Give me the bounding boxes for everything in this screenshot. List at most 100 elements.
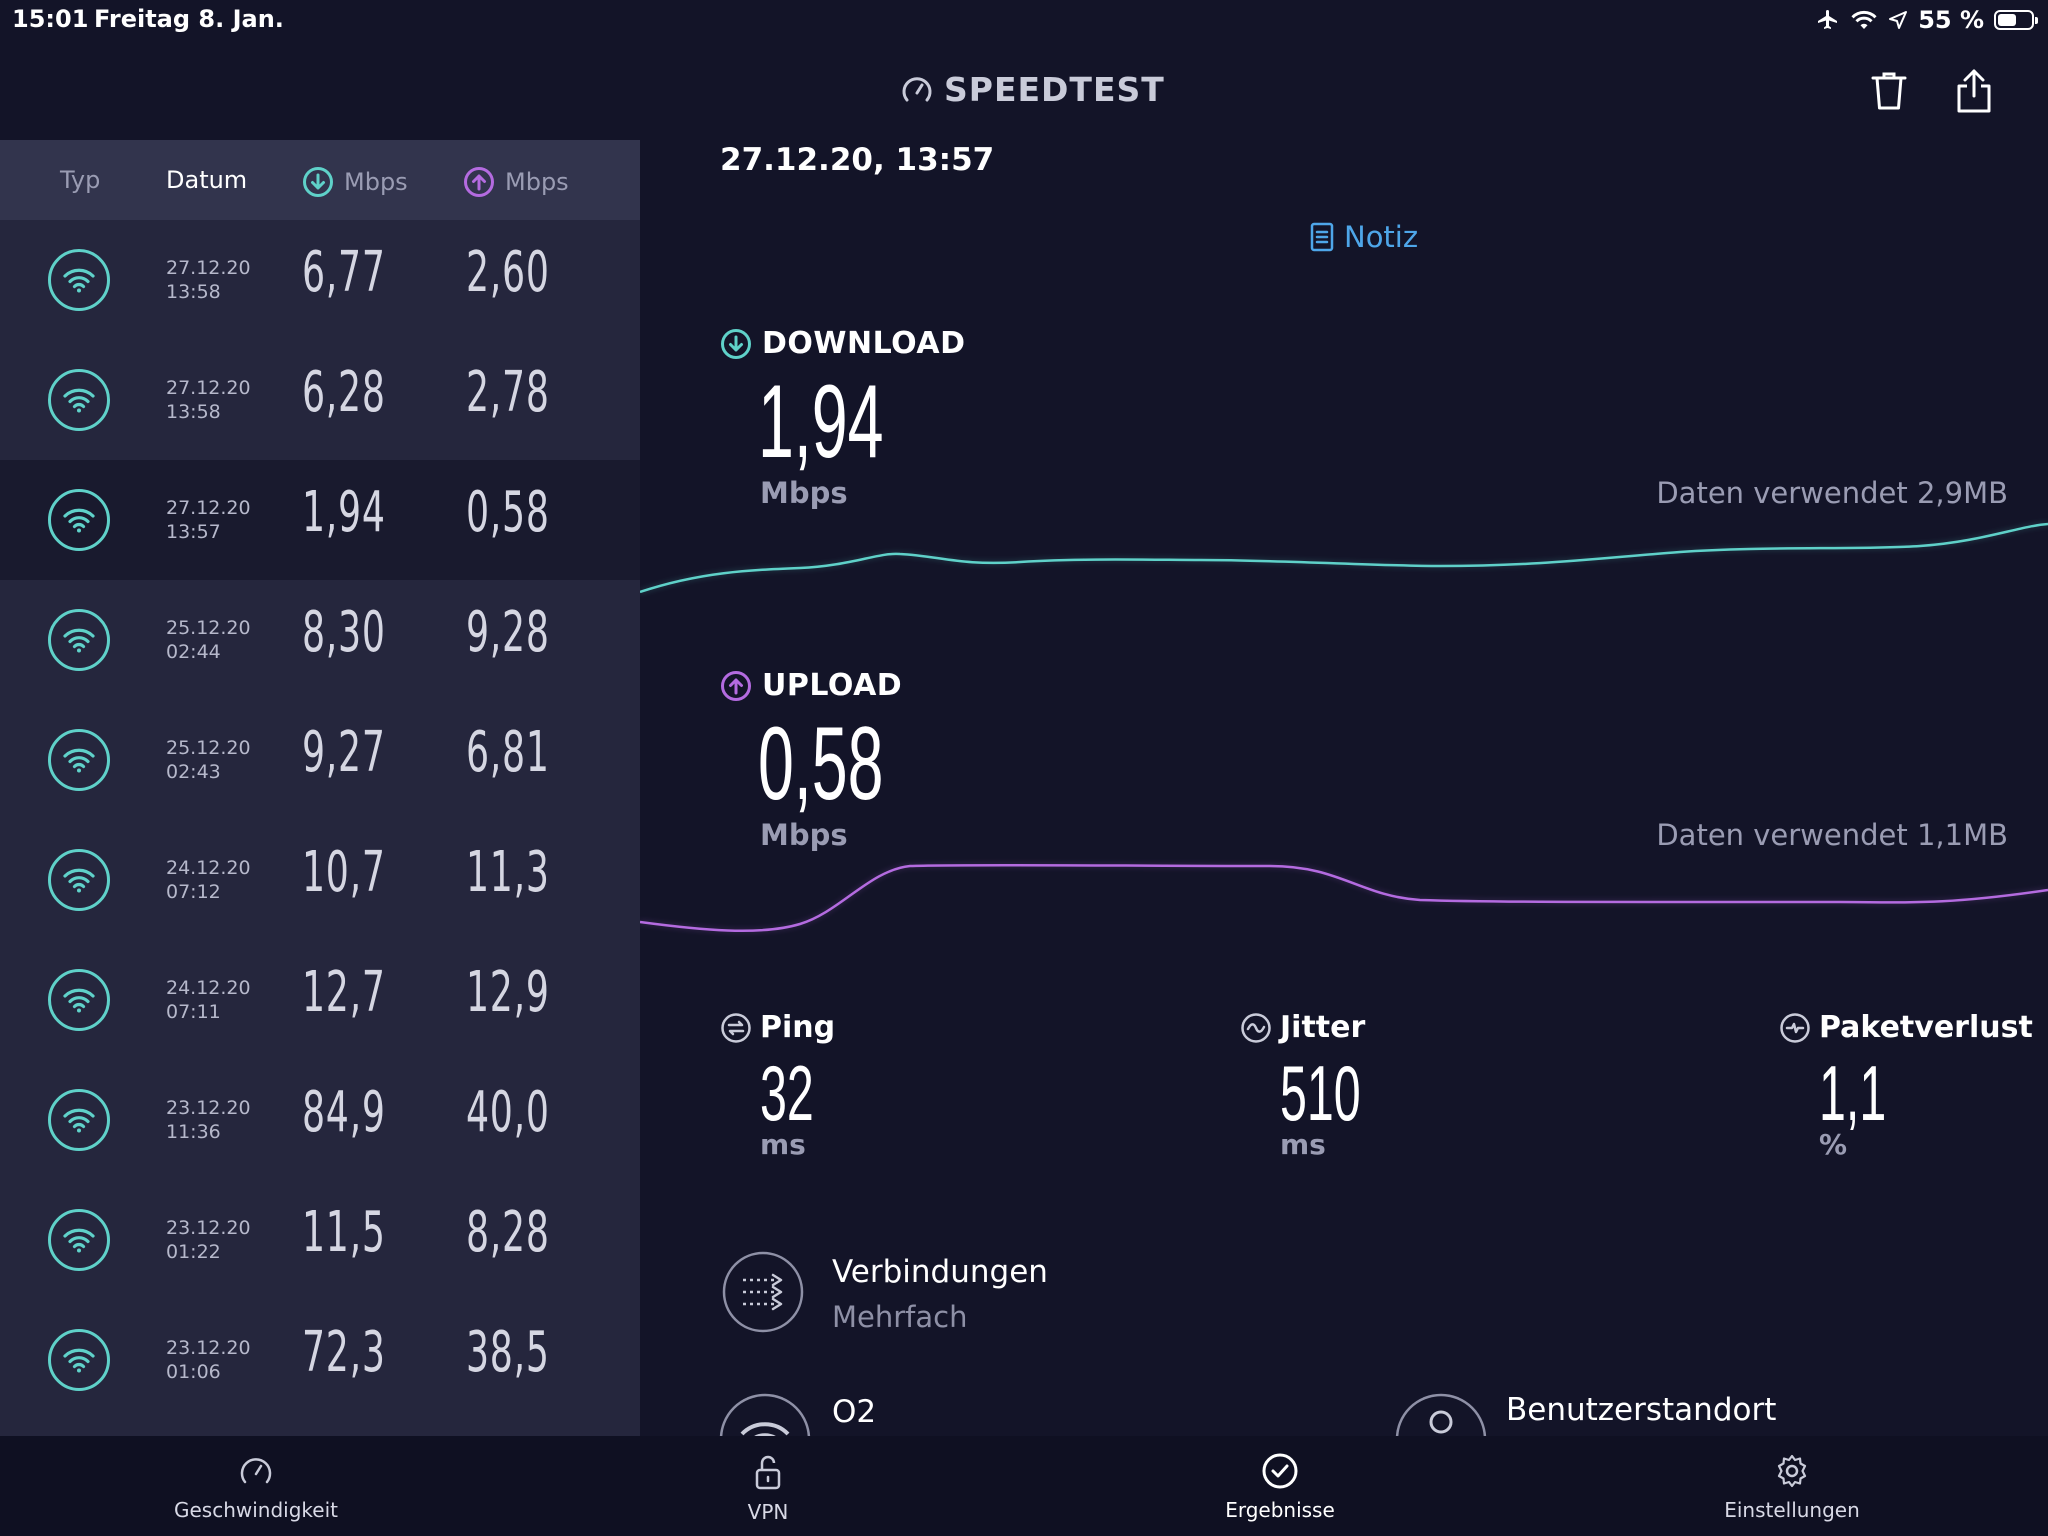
tab-settings[interactable]: Einstellungen (1642, 1436, 1942, 1536)
history-row-download: 11,5 (302, 1200, 386, 1265)
jitter-title: Jitter (1240, 1010, 1365, 1045)
status-bar: 15:01 Freitag 8. Jan. 55 % (0, 0, 2048, 40)
history-row-download: 12,7 (302, 960, 386, 1025)
history-row-time: 13:58 (166, 401, 221, 423)
tab-settings-label: Einstellungen (1724, 1498, 1860, 1522)
connection-type-icon (48, 849, 110, 911)
upload-title-label: UPLOAD (762, 668, 903, 703)
wifi-icon (63, 1228, 95, 1253)
ping-unit: ms (760, 1128, 806, 1161)
location-icon (1395, 1393, 1487, 1436)
history-row-upload: 38,5 (466, 1320, 550, 1385)
history-row-datetime: 27.12.20 13:58 (166, 376, 251, 424)
column-type[interactable]: Typ (60, 166, 100, 194)
history-row-datetime: 24.12.20 07:11 (166, 976, 251, 1024)
connection-type-icon (48, 1329, 110, 1391)
tab-vpn[interactable]: VPN (618, 1436, 918, 1536)
ping-title: Ping (720, 1010, 835, 1045)
history-row[interactable]: 23.12.20 01:06 72,3 38,5 (0, 1300, 640, 1420)
history-row-datetime: 25.12.20 02:44 (166, 616, 251, 664)
history-row-date: 23.12.20 (166, 1337, 251, 1359)
history-row[interactable]: 24.12.20 07:11 12,7 12,9 (0, 940, 640, 1060)
wifi-icon (63, 868, 95, 893)
gear-icon (1777, 1454, 1807, 1488)
history-row-download: 9,27 (302, 720, 386, 785)
airplane-icon (1818, 10, 1838, 29)
provider-name: O2 (832, 1394, 877, 1430)
delete-button[interactable] (1864, 66, 1914, 116)
history-row[interactable]: 25.12.20 02:44 8,30 9,28 (0, 580, 640, 700)
history-row-time: 01:22 (166, 1241, 221, 1263)
history-row[interactable]: 25.12.20 02:43 9,27 6,81 (0, 700, 640, 820)
packet-loss-unit: % (1819, 1128, 1848, 1161)
history-row-date: 25.12.20 (166, 617, 251, 639)
history-row-time: 13:57 (166, 521, 221, 543)
share-icon (1957, 69, 1991, 113)
column-download-label: Mbps (344, 168, 408, 196)
wifi-icon (63, 628, 95, 653)
download-arrow-icon (303, 167, 333, 197)
brand-label: SPEEDTEST (944, 70, 1165, 109)
column-upload[interactable]: Mbps (463, 166, 569, 198)
history-row-time: 07:12 (166, 881, 221, 903)
note-button[interactable]: Notiz (1310, 220, 1418, 254)
column-date[interactable]: Datum (166, 166, 247, 194)
jitter-value: 510 (1280, 1049, 1361, 1137)
history-row-date: 24.12.20 (166, 857, 251, 879)
note-label: Notiz (1344, 220, 1419, 254)
trash-icon (1871, 72, 1907, 110)
ping-value: 32 (760, 1049, 814, 1137)
wifi-icon (63, 388, 95, 413)
history-row-time: 01:06 (166, 1361, 221, 1383)
history-row-time: 02:44 (166, 641, 221, 663)
connection-type-icon (48, 1209, 110, 1271)
history-row-datetime: 27.12.20 13:57 (166, 496, 251, 544)
tab-results[interactable]: Ergebnisse (1130, 1436, 1430, 1536)
history-row[interactable]: 27.12.20 13:58 6,77 2,60 (0, 220, 640, 340)
history-row[interactable]: 27.12.20 13:57 1,94 0,58 (0, 460, 640, 580)
connection-type-icon (48, 1089, 110, 1151)
history-row-datetime: 23.12.20 01:22 (166, 1216, 251, 1264)
history-row[interactable]: 27.12.20 13:58 6,28 2,78 (0, 340, 640, 460)
download-title: DOWNLOAD (720, 326, 965, 361)
history-row-upload: 2,60 (466, 240, 550, 305)
upload-arrow-icon (721, 670, 751, 701)
connection-type-icon (48, 489, 110, 551)
history-panel: Typ Datum Mbps Mbps 27.12.20 13:58 6,77 2,6… (0, 140, 640, 1436)
history-row[interactable]: 23.12.20 11:36 84,9 40,0 (0, 1060, 640, 1180)
tab-speed-label: Geschwindigkeit (173, 1498, 338, 1522)
history-column-header: Typ Datum Mbps Mbps (0, 140, 640, 220)
upload-value: 0,58 (758, 706, 884, 822)
upload-title: UPLOAD (720, 668, 902, 703)
download-title-label: DOWNLOAD (762, 326, 966, 361)
share-button[interactable] (1949, 66, 1999, 116)
battery-percent: 55 % (1918, 6, 1984, 34)
battery-icon (1994, 10, 2038, 30)
connections-value: Mehrfach (832, 1300, 968, 1334)
history-row-upload: 9,28 (466, 600, 550, 665)
wifi-icon (63, 1108, 95, 1133)
speedometer-icon (902, 76, 932, 101)
location-icon-wrap (1394, 1392, 1488, 1436)
provider-icon-wrap (718, 1392, 812, 1436)
column-download[interactable]: Mbps (302, 166, 408, 198)
history-row-date: 27.12.20 (166, 497, 251, 519)
packet-loss-icon (1780, 1012, 1810, 1043)
tab-speed[interactable]: Geschwindigkeit (106, 1436, 406, 1536)
history-row-upload: 0,58 (466, 480, 550, 545)
history-row-download: 6,28 (302, 360, 386, 425)
status-time: 15:01 (12, 5, 89, 33)
history-row-datetime: 23.12.20 11:36 (166, 1096, 251, 1144)
wifi-icon (63, 508, 95, 533)
upload-arrow-icon (464, 167, 494, 197)
history-row-download: 6,77 (302, 240, 386, 305)
history-row-datetime: 24.12.20 07:12 (166, 856, 251, 904)
jitter-icon (1241, 1012, 1271, 1043)
tab-results-label: Ergebnisse (1225, 1498, 1335, 1522)
jitter-unit: ms (1280, 1128, 1326, 1161)
download-speed-graph (640, 522, 2048, 594)
history-row-upload: 12,9 (466, 960, 550, 1025)
history-row-download: 84,9 (302, 1080, 386, 1145)
history-row[interactable]: 23.12.20 01:22 11,5 8,28 (0, 1180, 640, 1300)
history-row[interactable]: 24.12.20 07:12 10,7 11,3 (0, 820, 640, 940)
